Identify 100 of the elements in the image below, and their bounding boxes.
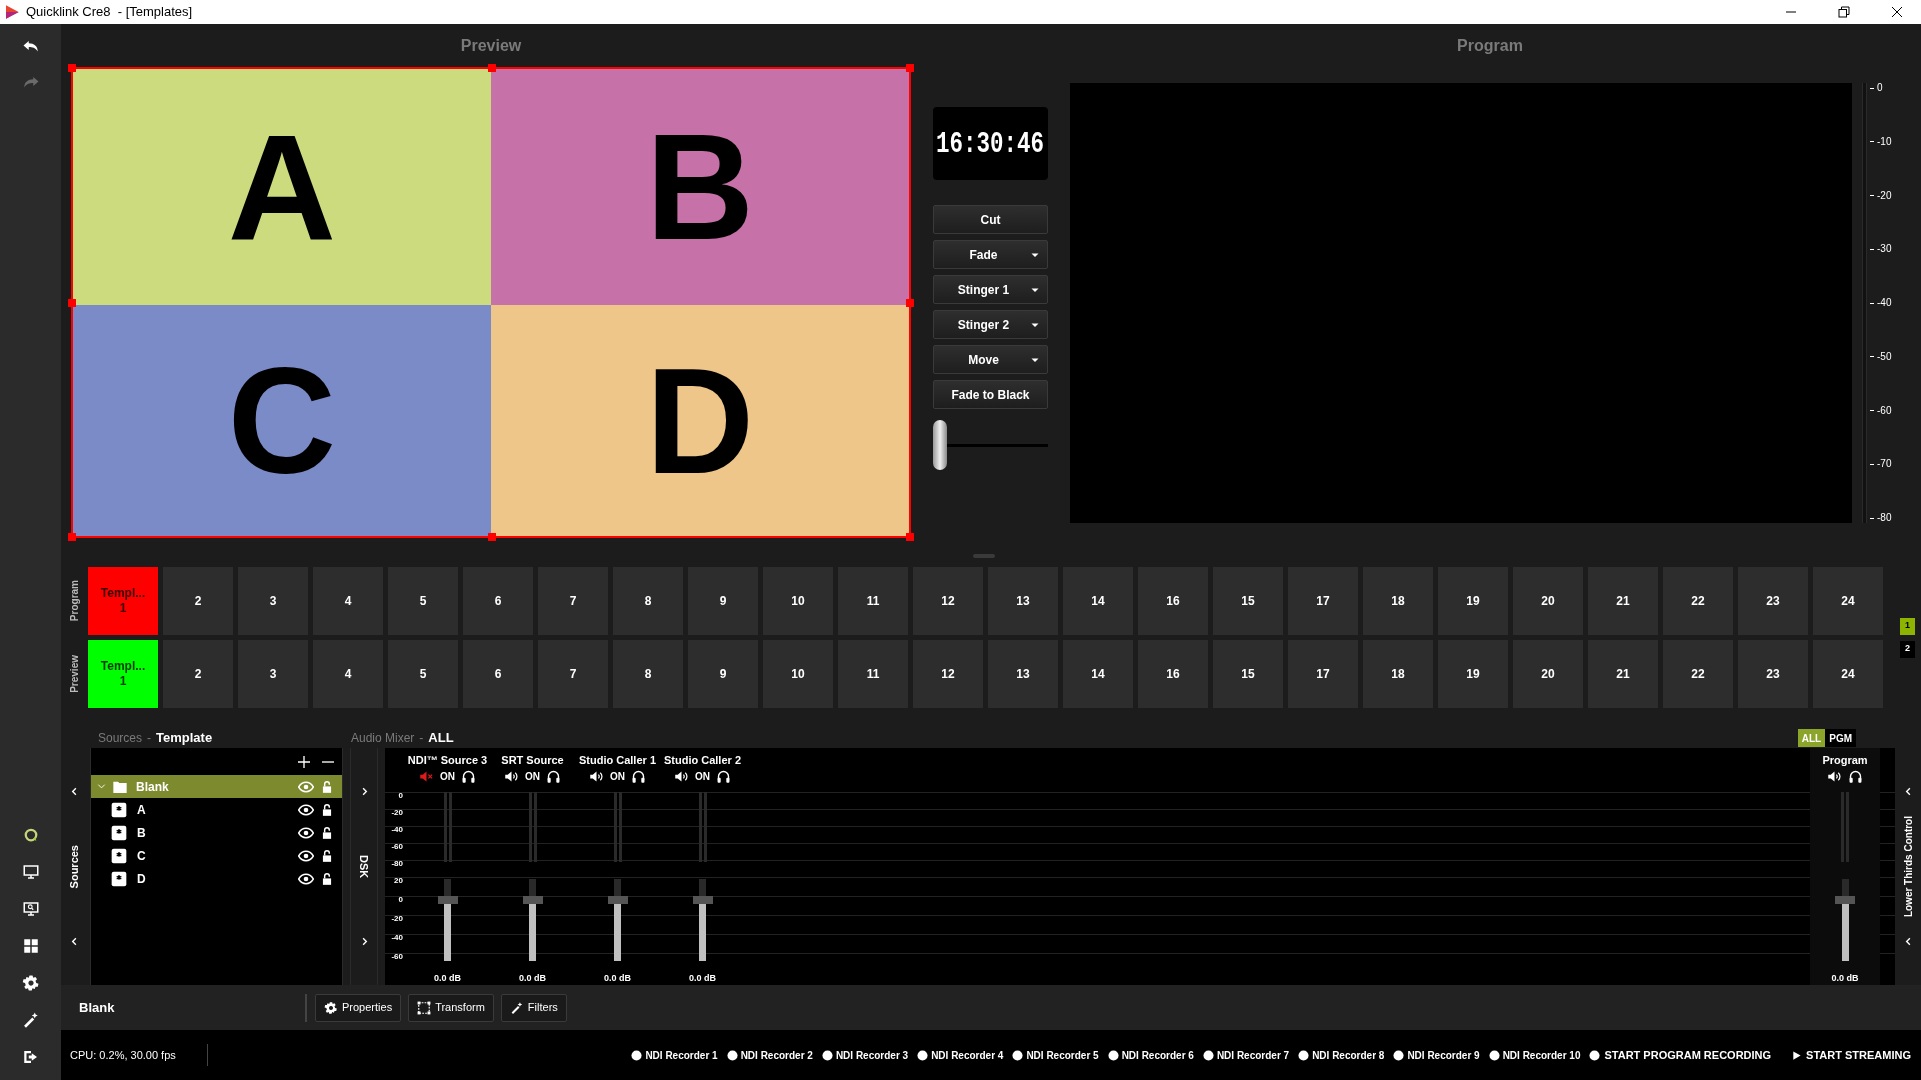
headphones-icon[interactable]	[631, 769, 646, 784]
scene-button[interactable]: 12	[913, 640, 983, 708]
scene-button[interactable]: 21	[1588, 567, 1658, 635]
recorder-toggle[interactable]: NDI Recorder 3	[821, 1047, 909, 1063]
resize-handle[interactable]	[488, 64, 496, 72]
scene-button[interactable]: 5	[388, 567, 458, 635]
fader-thumb[interactable]	[437, 895, 458, 904]
resize-handle[interactable]	[906, 533, 914, 541]
scene-button[interactable]: 12	[913, 567, 983, 635]
scene-button[interactable]: 3	[238, 567, 308, 635]
lock-icon[interactable]	[320, 802, 334, 817]
scene-button[interactable]: 9	[688, 567, 758, 635]
transition-button[interactable]: Move	[933, 345, 1048, 374]
resize-handle[interactable]	[68, 299, 76, 307]
resize-handle[interactable]	[906, 299, 914, 307]
scene-button[interactable]: 24	[1813, 640, 1883, 708]
t-bar-handle[interactable]	[933, 420, 947, 470]
splitter-handle[interactable]	[973, 553, 995, 558]
scene-button[interactable]: Templ... 1	[88, 567, 158, 635]
lower-thirds-tab[interactable]: Lower Thirds Control	[1900, 815, 1916, 918]
scene-button[interactable]: 17	[1288, 640, 1358, 708]
monitor-search-icon[interactable]	[21, 900, 40, 918]
scene-button[interactable]: 22	[1663, 640, 1733, 708]
page-button[interactable]: 2	[1900, 640, 1915, 658]
scene-button[interactable]: 2	[163, 567, 233, 635]
transition-button[interactable]: Stinger 1	[933, 275, 1048, 304]
recorder-toggle[interactable]: NDI Recorder 7	[1202, 1047, 1290, 1063]
scene-button[interactable]: 10	[763, 640, 833, 708]
tree-row[interactable]: C	[91, 844, 342, 867]
fader-thumb[interactable]	[522, 895, 543, 904]
scene-button[interactable]: 14	[1063, 640, 1133, 708]
fader-thumb[interactable]	[1835, 895, 1855, 904]
monitor-icon[interactable]	[21, 863, 40, 881]
scene-button[interactable]: 5	[388, 640, 458, 708]
toolbar-button[interactable]: Filters	[500, 993, 567, 1022]
recorder-toggle[interactable]: NDI Recorder 4	[917, 1047, 1004, 1063]
recorder-toggle[interactable]: NDI Recorder 9	[1393, 1047, 1480, 1063]
speaker-icon[interactable]	[589, 769, 604, 784]
transition-button[interactable]: Fade	[933, 240, 1048, 269]
recorder-toggle[interactable]: NDI Recorder 1	[631, 1047, 718, 1063]
scene-button[interactable]: 17	[1288, 567, 1358, 635]
scene-button[interactable]: Templ... 1	[88, 640, 158, 708]
dsk-tab[interactable]: DSK	[355, 854, 373, 879]
scene-button[interactable]: 16	[1138, 567, 1208, 635]
scene-button[interactable]: 20	[1513, 640, 1583, 708]
scene-button[interactable]: 3	[238, 640, 308, 708]
scene-button[interactable]: 4	[313, 567, 383, 635]
tree-row[interactable]: A	[91, 798, 342, 821]
headphones-icon[interactable]	[461, 769, 476, 784]
scene-button[interactable]: 20	[1513, 567, 1583, 635]
wand-icon[interactable]	[21, 1011, 40, 1029]
record-button[interactable]: START PROGRAM RECORDING	[1589, 1046, 1772, 1064]
scene-button[interactable]: 11	[838, 567, 908, 635]
grid-icon[interactable]	[21, 937, 40, 955]
stream-button[interactable]: START STREAMING	[1791, 1046, 1911, 1064]
speaker-icon[interactable]	[504, 769, 519, 784]
scene-button[interactable]: 15	[1213, 567, 1283, 635]
scene-button[interactable]: 15	[1213, 640, 1283, 708]
resize-handle[interactable]	[68, 64, 76, 72]
resize-handle[interactable]	[488, 533, 496, 541]
lock-icon[interactable]	[320, 871, 334, 886]
scene-button[interactable]: 7	[538, 567, 608, 635]
scene-button[interactable]: 13	[988, 567, 1058, 635]
scene-button[interactable]: 22	[1663, 567, 1733, 635]
settings-icon[interactable]	[21, 974, 40, 992]
headphones-icon[interactable]	[1848, 769, 1863, 784]
add-icon[interactable]	[296, 753, 312, 770]
scene-button[interactable]: 23	[1738, 567, 1808, 635]
scene-button[interactable]: 18	[1363, 640, 1433, 708]
speaker-icon[interactable]	[1827, 769, 1842, 784]
toolbar-button[interactable]: Transform	[408, 993, 494, 1022]
tree-row[interactable]: D	[91, 867, 342, 890]
scene-button[interactable]: 24	[1813, 567, 1883, 635]
resize-handle[interactable]	[906, 64, 914, 72]
mixer-filter-toggle[interactable]: PGM	[1825, 729, 1856, 747]
sources-tab[interactable]: Sources	[66, 844, 83, 889]
recorder-toggle[interactable]: NDI Recorder 6	[1107, 1047, 1194, 1063]
transition-button[interactable]: Stinger 2	[933, 310, 1048, 339]
scene-button[interactable]: 10	[763, 567, 833, 635]
transition-button[interactable]: Cut	[933, 205, 1048, 234]
recorder-toggle[interactable]: NDI Recorder 10	[1488, 1047, 1581, 1063]
lock-icon[interactable]	[320, 848, 334, 863]
recorder-toggle[interactable]: NDI Recorder 5	[1012, 1047, 1099, 1063]
scene-button[interactable]: 14	[1063, 567, 1133, 635]
lock-icon[interactable]	[320, 825, 334, 840]
recorder-toggle[interactable]: NDI Recorder 8	[1298, 1047, 1385, 1063]
scene-button[interactable]: 7	[538, 640, 608, 708]
recorder-toggle[interactable]: NDI Recorder 2	[726, 1047, 813, 1063]
page-button[interactable]: 1	[1900, 617, 1915, 635]
scene-button[interactable]: 2	[163, 640, 233, 708]
scene-button[interactable]: 6	[463, 640, 533, 708]
toolbar-button[interactable]: Properties	[315, 993, 402, 1022]
headphones-icon[interactable]	[546, 769, 561, 784]
scene-button[interactable]: 13	[988, 640, 1058, 708]
scene-button[interactable]: 8	[613, 640, 683, 708]
scene-button[interactable]: 6	[463, 567, 533, 635]
scene-button[interactable]: 23	[1738, 640, 1808, 708]
transition-button[interactable]: Fade to Black	[933, 380, 1048, 409]
fader-thumb[interactable]	[692, 895, 713, 904]
scene-button[interactable]: 19	[1438, 567, 1508, 635]
